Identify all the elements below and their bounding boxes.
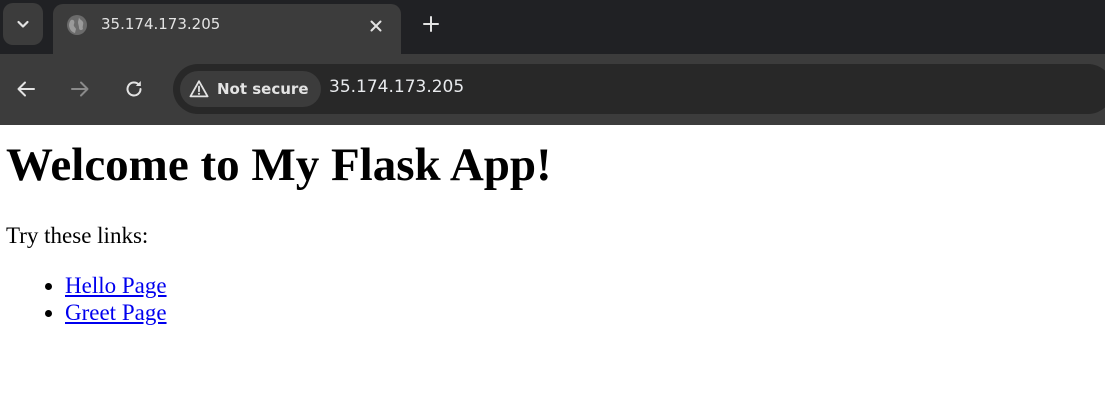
forward-button[interactable] [65,74,95,104]
back-arrow-icon [17,81,35,97]
close-tab-button[interactable] [363,13,389,39]
url-text[interactable]: 35.174.173.205 [329,77,464,97]
security-label: Not secure [217,80,309,98]
list-item: Hello Page [65,272,167,299]
reload-icon [126,81,142,97]
link-list: Hello Page Greet Page [26,272,167,326]
greet-page-link[interactable]: Greet Page [65,300,167,325]
tab-active[interactable]: 35.174.173.205 [53,4,401,54]
warning-triangle-icon [188,78,210,100]
back-button[interactable] [11,74,41,104]
address-bar[interactable]: Not secure 35.174.173.205 [173,64,1105,114]
toolbar: Not secure 35.174.173.205 [0,54,1105,125]
hello-page-link[interactable]: Hello Page [65,273,167,298]
chevron-down-icon [17,20,29,28]
tab-title: 35.174.173.205 [101,15,221,33]
page-heading: Welcome to My Flask App! [6,139,552,191]
page-content: Welcome to My Flask App! Try these links… [0,125,1105,408]
close-icon [370,20,382,32]
browser-window: 35.174.173.205 Not secure 35.174.173.205… [0,0,1105,408]
new-tab-button[interactable] [416,9,446,39]
intro-text: Try these links: [6,223,149,248]
list-item: Greet Page [65,299,167,326]
forward-arrow-icon [71,81,89,97]
globe-icon [66,14,88,36]
reload-button[interactable] [119,74,149,104]
tab-search-button[interactable] [3,3,43,45]
tab-strip: 35.174.173.205 [0,0,1105,54]
security-indicator-button[interactable]: Not secure [180,71,321,107]
plus-icon [423,16,439,32]
